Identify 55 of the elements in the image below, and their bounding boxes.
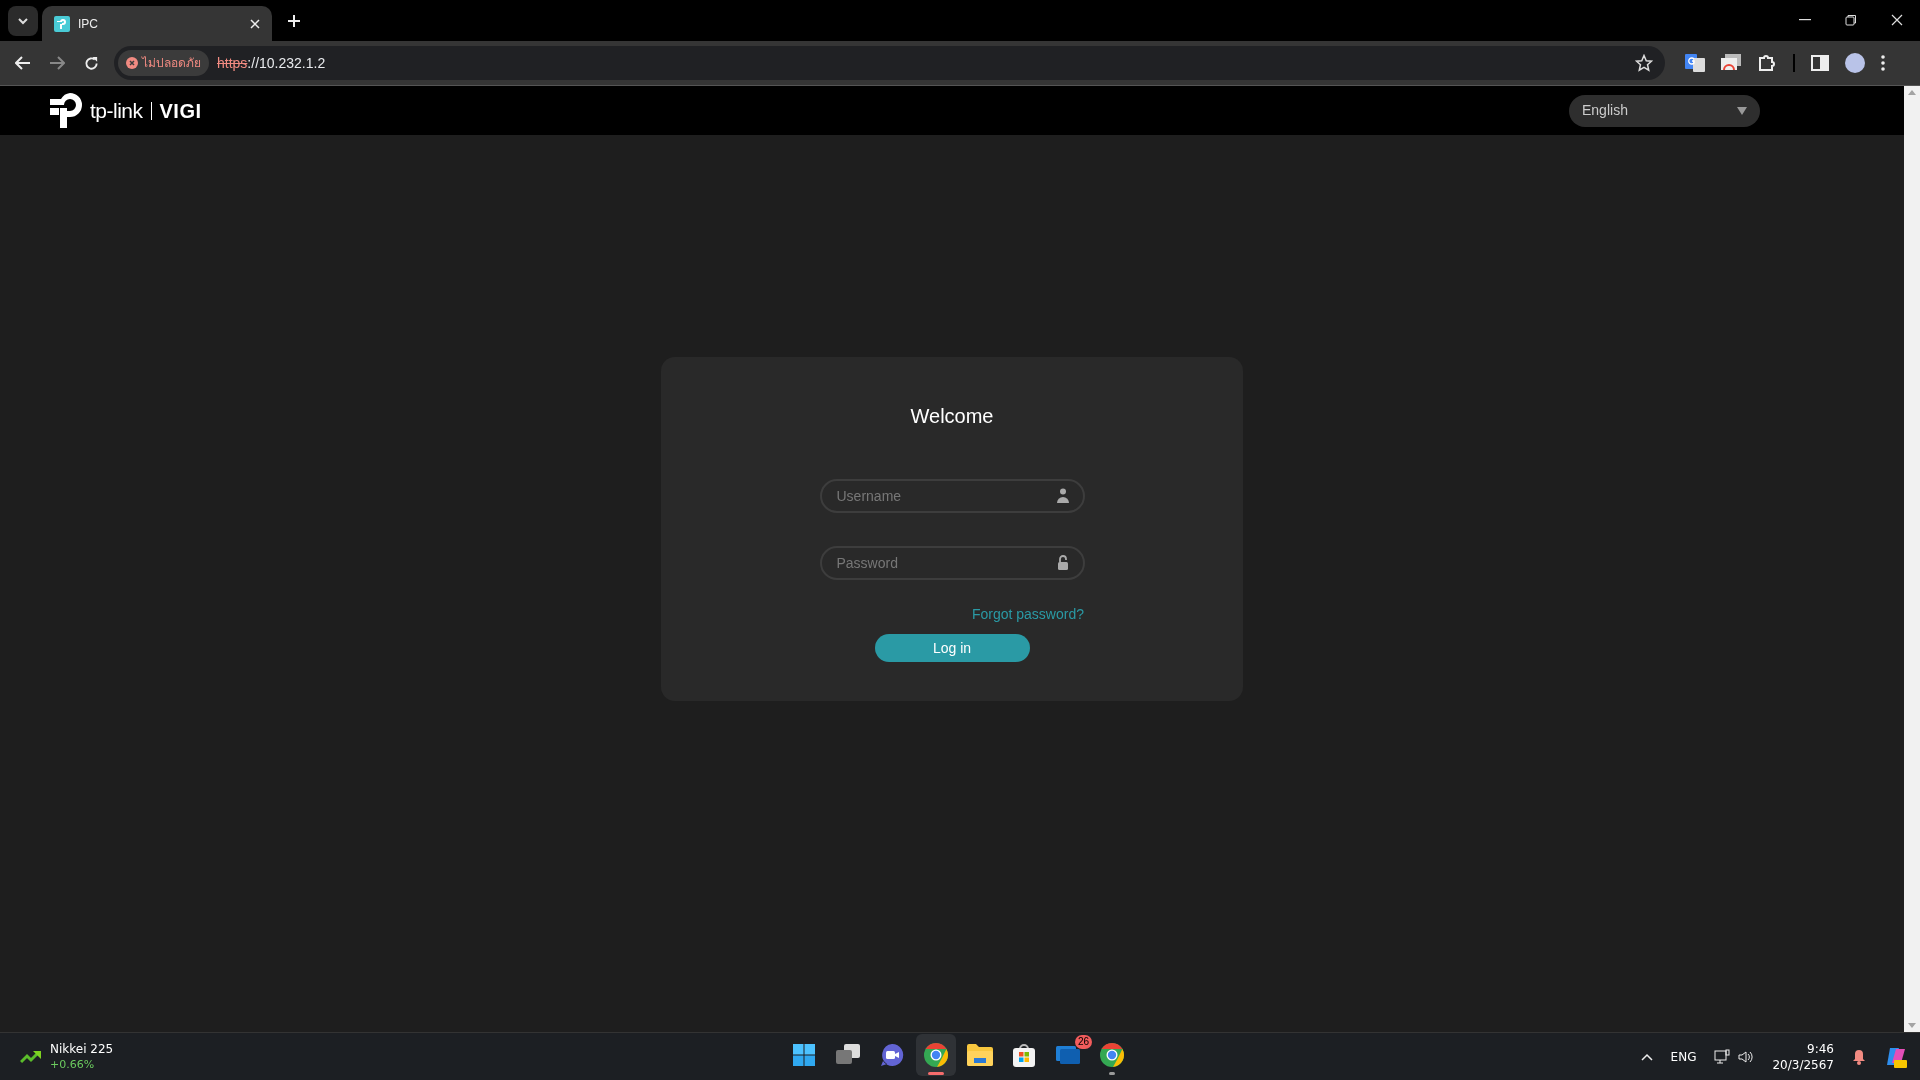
profile-avatar[interactable] xyxy=(1845,53,1865,73)
password-field[interactable]: Password xyxy=(819,546,1085,580)
minimize-icon xyxy=(1799,19,1811,21)
task-view-icon xyxy=(836,1044,860,1066)
video-chat-icon xyxy=(880,1043,904,1067)
browser-tab[interactable]: IPC xyxy=(42,6,272,41)
username-field[interactable]: Username xyxy=(819,479,1085,513)
unlocked-padlock-icon xyxy=(1056,555,1069,570)
trend-up-icon xyxy=(20,1049,42,1064)
input-language[interactable]: ENG xyxy=(1670,1047,1697,1066)
chevron-down-icon xyxy=(17,17,29,25)
chevron-up-icon[interactable] xyxy=(1640,1052,1653,1061)
error-icon xyxy=(126,57,138,69)
volume-icon[interactable] xyxy=(1738,1049,1755,1064)
back-arrow-icon xyxy=(15,56,31,70)
restore-icon xyxy=(1845,14,1857,26)
close-tab-icon[interactable] xyxy=(250,18,260,29)
dropdown-arrow-icon xyxy=(1737,106,1747,115)
logo-text: tp-link xyxy=(90,97,143,124)
reload-icon xyxy=(83,55,99,71)
forward-arrow-icon xyxy=(49,56,65,70)
tp-link-favicon-icon xyxy=(54,15,70,32)
url-text: https://10.232.1.2 xyxy=(217,53,326,73)
more-menu-icon[interactable] xyxy=(1881,55,1885,71)
taskbar-app-button[interactable] xyxy=(916,1034,956,1076)
side-panel-icon[interactable] xyxy=(1811,55,1829,71)
translate-icon[interactable] xyxy=(1685,53,1705,73)
plus-icon xyxy=(287,14,301,28)
monitor-app-icon xyxy=(1056,1044,1080,1066)
brand-text: VIGI xyxy=(159,98,202,124)
widget-title: Nikkei 225 xyxy=(50,1041,114,1057)
welcome-title: Welcome xyxy=(910,404,994,428)
user-icon xyxy=(1056,488,1069,503)
bell-icon[interactable] xyxy=(1852,1048,1866,1065)
security-chip[interactable]: ไม่ปลอดภัย xyxy=(118,50,209,76)
chrome-icon xyxy=(923,1042,949,1068)
address-bar[interactable]: ไม่ปลอดภัย https://10.232.1.2 xyxy=(114,46,1665,80)
windows-start-icon xyxy=(793,1044,815,1066)
folder-icon xyxy=(967,1044,993,1066)
star-icon[interactable] xyxy=(1635,54,1653,72)
forgot-password-link[interactable]: Forgot password? xyxy=(971,604,1084,625)
extensions-icon[interactable] xyxy=(1757,53,1777,73)
widget-change: +0.66% xyxy=(50,1056,96,1072)
stock-widget[interactable]: Nikkei 225 +0.66% xyxy=(20,1041,114,1072)
notification-badge: 26 xyxy=(1074,1035,1092,1049)
network-icon[interactable] xyxy=(1714,1048,1731,1065)
language-select[interactable]: English xyxy=(1569,94,1760,127)
cast-icon[interactable] xyxy=(1721,54,1741,72)
chrome-icon xyxy=(1099,1042,1125,1068)
close-icon xyxy=(1891,14,1903,26)
tab-search-button[interactable] xyxy=(8,6,38,36)
store-bag-icon xyxy=(1012,1043,1036,1067)
tab-title: IPC xyxy=(78,15,98,33)
security-label: ไม่ปลอดภัย xyxy=(142,55,201,72)
clock[interactable]: 9:46 20/3/2567 xyxy=(1772,1040,1834,1073)
